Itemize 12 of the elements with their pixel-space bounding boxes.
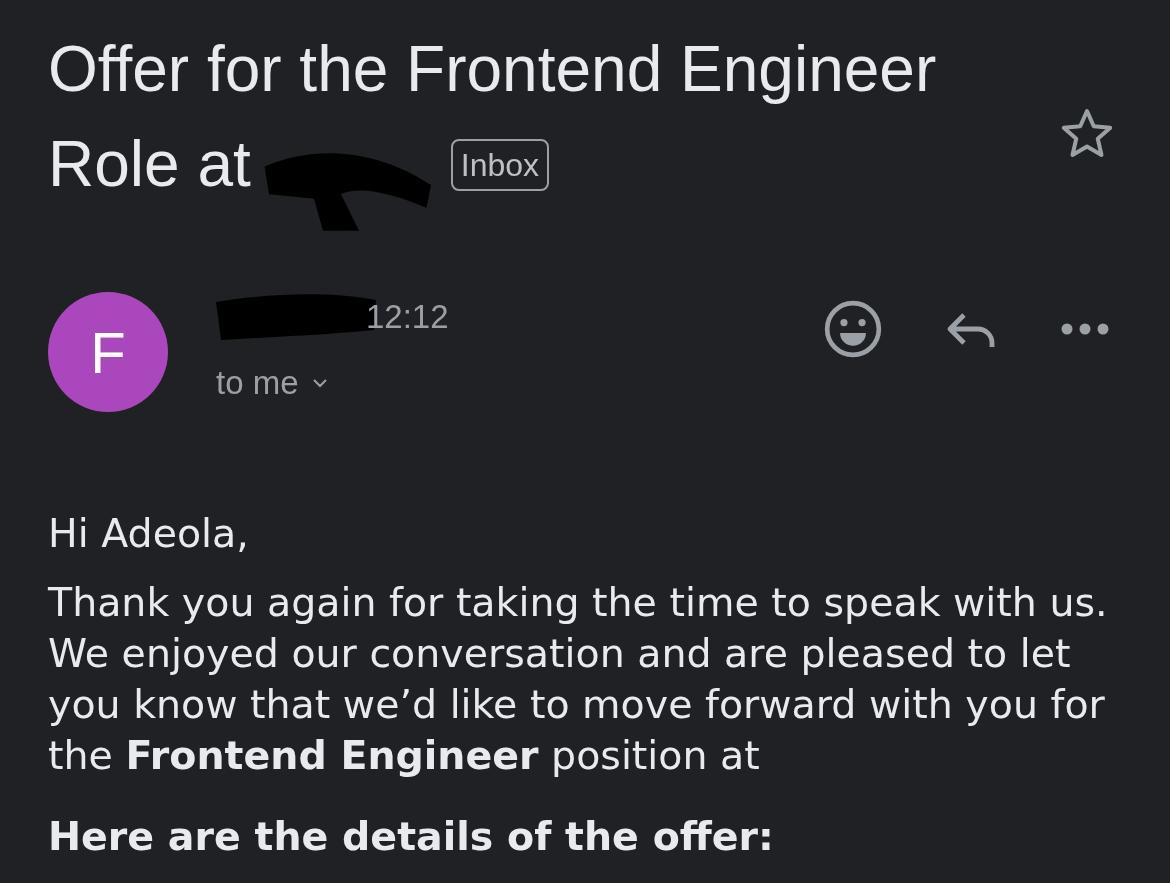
message-paragraph: Thank you again for taking the time to speak with us. We enjoyed our conversation and are pleased to let you know that we’d like to move forward with you for the Frontend Engineer position at — [48, 578, 1109, 780]
email-subject: Role at — [48, 127, 251, 202]
email-subject: Offer for the Frontend Engineer — [48, 32, 937, 107]
sent-time: 12:12 — [366, 298, 449, 336]
inbox-label[interactable]: Inbox — [450, 139, 550, 191]
chevron-down-icon — [310, 377, 329, 389]
emoji-icon[interactable] — [822, 298, 884, 360]
greeting: Hi Adeola, — [48, 509, 250, 558]
offer-heading: Here are the details of the offer: — [48, 812, 775, 861]
more-icon[interactable] — [1060, 322, 1110, 336]
sender-avatar[interactable]: F — [48, 292, 168, 412]
recipient-dropdown[interactable]: to me — [216, 364, 329, 402]
